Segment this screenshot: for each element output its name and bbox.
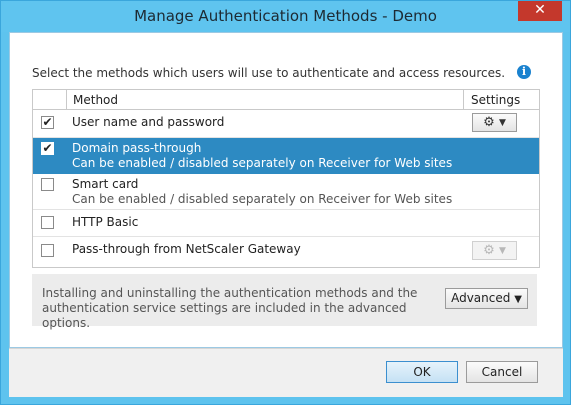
settings-button-disabled: ⚙ ▼: [472, 241, 517, 260]
method-label: Pass-through from NetScaler Gateway: [72, 242, 301, 256]
advanced-button[interactable]: Advanced ▼: [445, 288, 528, 309]
check-icon: ✔: [42, 141, 53, 155]
table-header: Method Settings: [33, 90, 539, 110]
chevron-down-icon: ▼: [498, 246, 506, 256]
info-icon[interactable]: i: [517, 65, 531, 79]
window-title: Manage Authentication Methods - Demo: [134, 7, 437, 25]
table-row-user-name-password[interactable]: ✔ User name and password ⚙ ▼: [33, 110, 539, 138]
chevron-down-icon: ▼: [514, 294, 522, 305]
method-checkbox[interactable]: ✔: [41, 116, 54, 129]
dialog-content: Select the methods which users will use …: [9, 32, 563, 348]
dialog-window: Manage Authentication Methods - Demo ✕ S…: [0, 0, 571, 405]
table-row-smart-card[interactable]: Smart card Can be enabled / disabled sep…: [33, 174, 539, 210]
settings-button[interactable]: ⚙ ▼: [472, 113, 517, 132]
title-bar: Manage Authentication Methods - Demo ✕: [1, 1, 570, 32]
table-row-domain-pass-through[interactable]: ✔ Domain pass-through Can be enabled / d…: [33, 138, 539, 174]
table-row-pass-through-netscaler[interactable]: Pass-through from NetScaler Gateway ⚙ ▼: [33, 237, 539, 266]
method-checkbox[interactable]: ✔: [41, 142, 54, 155]
method-label: Smart card: [72, 177, 139, 191]
header-checkbox-column: [33, 90, 67, 109]
dialog-footer: OK Cancel: [9, 348, 563, 397]
method-checkbox[interactable]: [41, 244, 54, 257]
method-label: HTTP Basic: [72, 215, 139, 229]
gear-icon: ⚙: [483, 115, 495, 130]
method-description: Can be enabled / disabled separately on …: [72, 192, 453, 206]
advanced-description: Installing and uninstalling the authenti…: [42, 286, 418, 330]
method-label: Domain pass-through: [72, 141, 202, 155]
gear-icon: ⚙: [483, 243, 495, 258]
settings-column-header-cell: Settings: [463, 90, 540, 109]
method-description: Can be enabled / disabled separately on …: [72, 156, 453, 170]
check-icon: ✔: [42, 115, 53, 129]
settings-column-header: Settings: [471, 93, 521, 107]
method-checkbox[interactable]: [41, 216, 54, 229]
close-icon: ✕: [534, 2, 546, 18]
method-label: User name and password: [72, 115, 225, 129]
method-column-header: Method: [73, 93, 119, 107]
cancel-button[interactable]: Cancel: [466, 361, 538, 383]
close-button[interactable]: ✕: [518, 1, 562, 21]
method-checkbox[interactable]: [41, 178, 54, 191]
methods-table: Method Settings ✔ User name and password…: [32, 89, 540, 268]
intro-text: Select the methods which users will use …: [32, 66, 506, 80]
advanced-panel: Installing and uninstalling the authenti…: [32, 274, 537, 330]
advanced-button-label: Advanced: [451, 291, 511, 305]
ok-button[interactable]: OK: [386, 361, 458, 383]
chevron-down-icon: ▼: [498, 118, 506, 128]
table-row-http-basic[interactable]: HTTP Basic: [33, 210, 539, 237]
